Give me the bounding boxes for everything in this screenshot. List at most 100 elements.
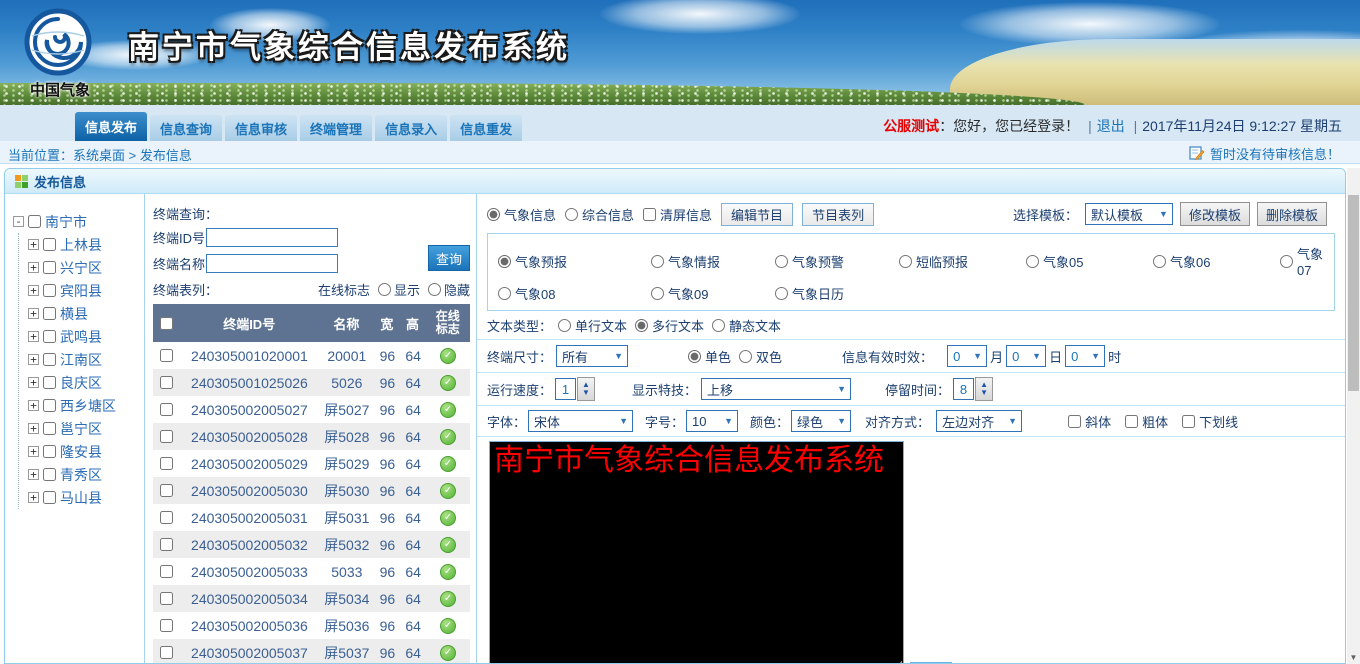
italic-checkbox[interactable]	[1068, 415, 1081, 428]
clear-screen-checkbox[interactable]	[643, 208, 656, 221]
tree-checkbox[interactable]	[43, 330, 56, 343]
mono-color-option[interactable]: 单色	[688, 347, 731, 366]
category-radio[interactable]: 气象07	[1280, 244, 1324, 278]
nav-tab[interactable]: 信息查询	[150, 115, 222, 141]
font-select[interactable]: 宋体▼	[528, 410, 633, 432]
italic-option[interactable]: 斜体	[1068, 412, 1111, 431]
message-preview-textarea[interactable]: 南宁市气象综合信息发布系统	[489, 441, 904, 664]
tree-checkbox[interactable]	[43, 307, 56, 320]
scroll-down-icon[interactable]: ▼	[1347, 653, 1360, 662]
row-checkbox[interactable]	[160, 349, 173, 362]
row-checkbox[interactable]	[160, 538, 173, 551]
validity-month-select[interactable]: 0▼	[947, 345, 987, 367]
tree-node[interactable]: 马山县	[28, 486, 144, 509]
tree-checkbox[interactable]	[43, 491, 56, 504]
display-effect-select[interactable]: 上移▼	[701, 378, 851, 400]
spinner-down-icon[interactable]: ▼	[980, 389, 988, 397]
row-checkbox[interactable]	[160, 565, 173, 578]
tree-checkbox[interactable]	[43, 261, 56, 274]
validity-hour-select[interactable]: 0▼	[1065, 345, 1105, 367]
tree-node[interactable]: 横县	[28, 302, 144, 325]
online-hide-radio[interactable]	[428, 283, 441, 296]
dual-color-radio[interactable]	[739, 350, 752, 363]
tree-node-label[interactable]: 武鸣县	[60, 327, 102, 347]
online-hide-label[interactable]: 隐藏	[444, 280, 470, 299]
dual-color-option[interactable]: 双色	[739, 347, 782, 366]
spinner-down-icon[interactable]: ▼	[582, 389, 590, 397]
nav-tab[interactable]: 信息审核	[225, 115, 297, 141]
program-list-button[interactable]: 节目表列	[802, 203, 874, 226]
tree-node-label[interactable]: 青秀区	[60, 465, 102, 485]
tree-expand-icon[interactable]	[28, 492, 39, 503]
tree-node[interactable]: 隆安县	[28, 440, 144, 463]
row-checkbox[interactable]	[160, 592, 173, 605]
tree-expand-icon[interactable]	[28, 262, 39, 273]
tree-node[interactable]: 良庆区	[28, 371, 144, 394]
text-type-radio[interactable]: 多行文本	[635, 316, 704, 335]
tree-node-label[interactable]: 马山县	[60, 488, 102, 508]
tree-node[interactable]: 西乡塘区	[28, 394, 144, 417]
scrollbar-thumb[interactable]	[1348, 195, 1359, 391]
tree-node[interactable]: 武鸣县	[28, 325, 144, 348]
tree-checkbox-root[interactable]	[28, 215, 41, 228]
category-radio[interactable]: 气象预报	[498, 244, 651, 278]
tree-checkbox[interactable]	[43, 468, 56, 481]
tree-checkbox[interactable]	[43, 238, 56, 251]
tree-node[interactable]: 江南区	[28, 348, 144, 371]
tree-expand-icon[interactable]	[28, 423, 39, 434]
tree-checkbox[interactable]	[43, 399, 56, 412]
text-type-radio[interactable]: 单行文本	[558, 316, 627, 335]
row-checkbox[interactable]	[160, 403, 173, 416]
color-select[interactable]: 绿色▼	[791, 410, 851, 432]
logout-link[interactable]: 退出	[1097, 118, 1125, 134]
bold-option[interactable]: 粗体	[1125, 412, 1168, 431]
validity-day-select[interactable]: 0▼	[1006, 345, 1046, 367]
clear-screen-option[interactable]: 清屏信息	[643, 205, 712, 224]
comprehensive-info-radio[interactable]	[565, 208, 578, 221]
tree-node-label[interactable]: 宾阳县	[60, 281, 102, 301]
template-select[interactable]: 默认模板▼	[1085, 203, 1173, 225]
text-type-radio[interactable]: 静态文本	[712, 316, 781, 335]
weather-info-radio[interactable]	[487, 208, 500, 221]
tree-checkbox[interactable]	[43, 445, 56, 458]
query-button[interactable]: 查询	[428, 245, 470, 271]
nav-tab[interactable]: 终端管理	[300, 115, 372, 141]
modify-template-button[interactable]: 修改模板	[1180, 202, 1250, 226]
tree-expand-icon[interactable]	[28, 239, 39, 250]
tree-expand-icon[interactable]	[28, 446, 39, 457]
tree-node[interactable]: 兴宁区	[28, 256, 144, 279]
bold-checkbox[interactable]	[1125, 415, 1138, 428]
online-show-label[interactable]: 显示	[394, 280, 420, 299]
online-show-radio[interactable]	[378, 283, 391, 296]
tree-node-label[interactable]: 西乡塘区	[60, 396, 116, 416]
tree-root-label[interactable]: 南宁市	[45, 212, 87, 232]
tree-node-label[interactable]: 兴宁区	[60, 258, 102, 278]
category-radio[interactable]: 短临预报	[899, 244, 1026, 278]
tree-expand-icon[interactable]	[28, 285, 39, 296]
nav-tab[interactable]: 信息录入	[375, 115, 447, 141]
tree-node-label[interactable]: 邕宁区	[60, 419, 102, 439]
tree-node[interactable]: 青秀区	[28, 463, 144, 486]
row-checkbox[interactable]	[160, 646, 173, 659]
row-checkbox[interactable]	[160, 619, 173, 632]
tree-checkbox[interactable]	[43, 376, 56, 389]
align-select[interactable]: 左边对齐▼	[936, 410, 1022, 432]
nav-tab[interactable]: 信息发布	[75, 112, 147, 141]
category-radio[interactable]: 气象日历	[775, 284, 899, 303]
pending-review-notice[interactable]: 暂时没有待审核信息！	[1189, 144, 1340, 163]
tree-expand-icon[interactable]	[28, 377, 39, 388]
tree-collapse-icon[interactable]	[13, 216, 24, 227]
tree-checkbox[interactable]	[43, 284, 56, 297]
info-type-comprehensive[interactable]: 综合信息	[565, 205, 634, 224]
tree-node[interactable]: 上林县	[28, 233, 144, 256]
stay-time-value[interactable]: 8	[953, 378, 974, 400]
terminal-id-input[interactable]	[206, 228, 338, 247]
nav-tab[interactable]: 信息重发	[450, 115, 522, 141]
tree-expand-icon[interactable]	[28, 354, 39, 365]
tree-checkbox[interactable]	[43, 422, 56, 435]
category-radio[interactable]: 气象情报	[651, 244, 775, 278]
edit-program-button[interactable]: 编辑节目	[721, 203, 793, 226]
category-radio[interactable]: 气象08	[498, 284, 651, 303]
select-all-checkbox[interactable]	[160, 317, 173, 330]
tree-node-label[interactable]: 隆安县	[60, 442, 102, 462]
